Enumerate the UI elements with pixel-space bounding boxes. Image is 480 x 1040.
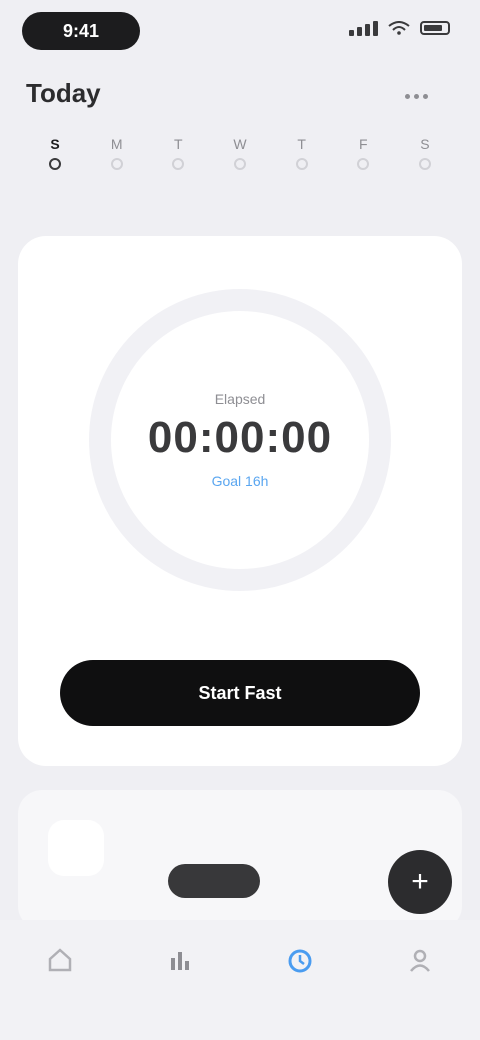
status-icons [349, 20, 450, 36]
page-title: Today [26, 78, 101, 108]
elapsed-time: 00:00:00 [147, 413, 333, 462]
home-icon [46, 946, 74, 974]
header: Today [0, 70, 480, 120]
stats-icon [166, 946, 194, 974]
week-day[interactable]: F [338, 136, 388, 196]
week-day-letter: T [297, 136, 306, 152]
timer-icon [286, 946, 314, 974]
week-day[interactable]: M [92, 136, 142, 196]
week-day-indicator [172, 158, 185, 170]
status-time: 9:41 [22, 12, 140, 50]
week-day[interactable]: T [153, 136, 203, 196]
week-day[interactable]: W [215, 136, 265, 196]
week-day-letter: S [50, 136, 60, 152]
week-day-indicator [233, 158, 246, 170]
week-day-indicator [418, 158, 431, 170]
battery-icon [420, 21, 450, 35]
info-card-icon [48, 820, 104, 876]
week-day-letter: T [174, 136, 183, 152]
tab-item[interactable] [380, 946, 460, 980]
more-menu-icon[interactable] [396, 84, 436, 108]
week-day[interactable]: S [400, 136, 450, 196]
week-day-letter: W [233, 136, 247, 152]
week-day-indicator [295, 158, 308, 170]
goal-text: Goal 16h [211, 473, 269, 489]
week-day-indicator [49, 158, 61, 170]
ring-center: Elapsed 00:00:00 Goal 16h [80, 280, 400, 600]
profile-icon [406, 946, 434, 974]
progress-ring: Elapsed 00:00:00 Goal 16h [80, 280, 400, 600]
week-day[interactable]: T [277, 136, 327, 196]
week-strip: SMTWTFS [30, 136, 450, 196]
tab-item[interactable] [260, 946, 340, 980]
cellular-signal-icon [349, 20, 378, 36]
elapsed-label: Elapsed [214, 391, 266, 407]
tab-item[interactable] [20, 946, 100, 980]
fast-timer-card: Elapsed 00:00:00 Goal 16h Start Fast [18, 236, 462, 766]
week-day-letter: S [420, 136, 430, 152]
tab-bar [0, 920, 480, 1040]
start-fast-button[interactable]: Start Fast [60, 660, 420, 726]
week-day[interactable]: S [30, 136, 80, 196]
app-screen: 9:41 Today SMTWTFS Elapsed 00:00:00 Goal… [0, 0, 480, 1040]
week-day-letter: M [110, 136, 123, 152]
status-bar: 9:41 [0, 0, 480, 60]
tab-item[interactable] [140, 946, 220, 980]
info-card-chip[interactable] [168, 864, 260, 898]
add-button[interactable]: + [388, 850, 452, 914]
week-day-indicator [110, 158, 123, 170]
week-day-indicator [357, 158, 370, 170]
wifi-icon [388, 21, 410, 35]
week-day-letter: F [359, 136, 368, 152]
